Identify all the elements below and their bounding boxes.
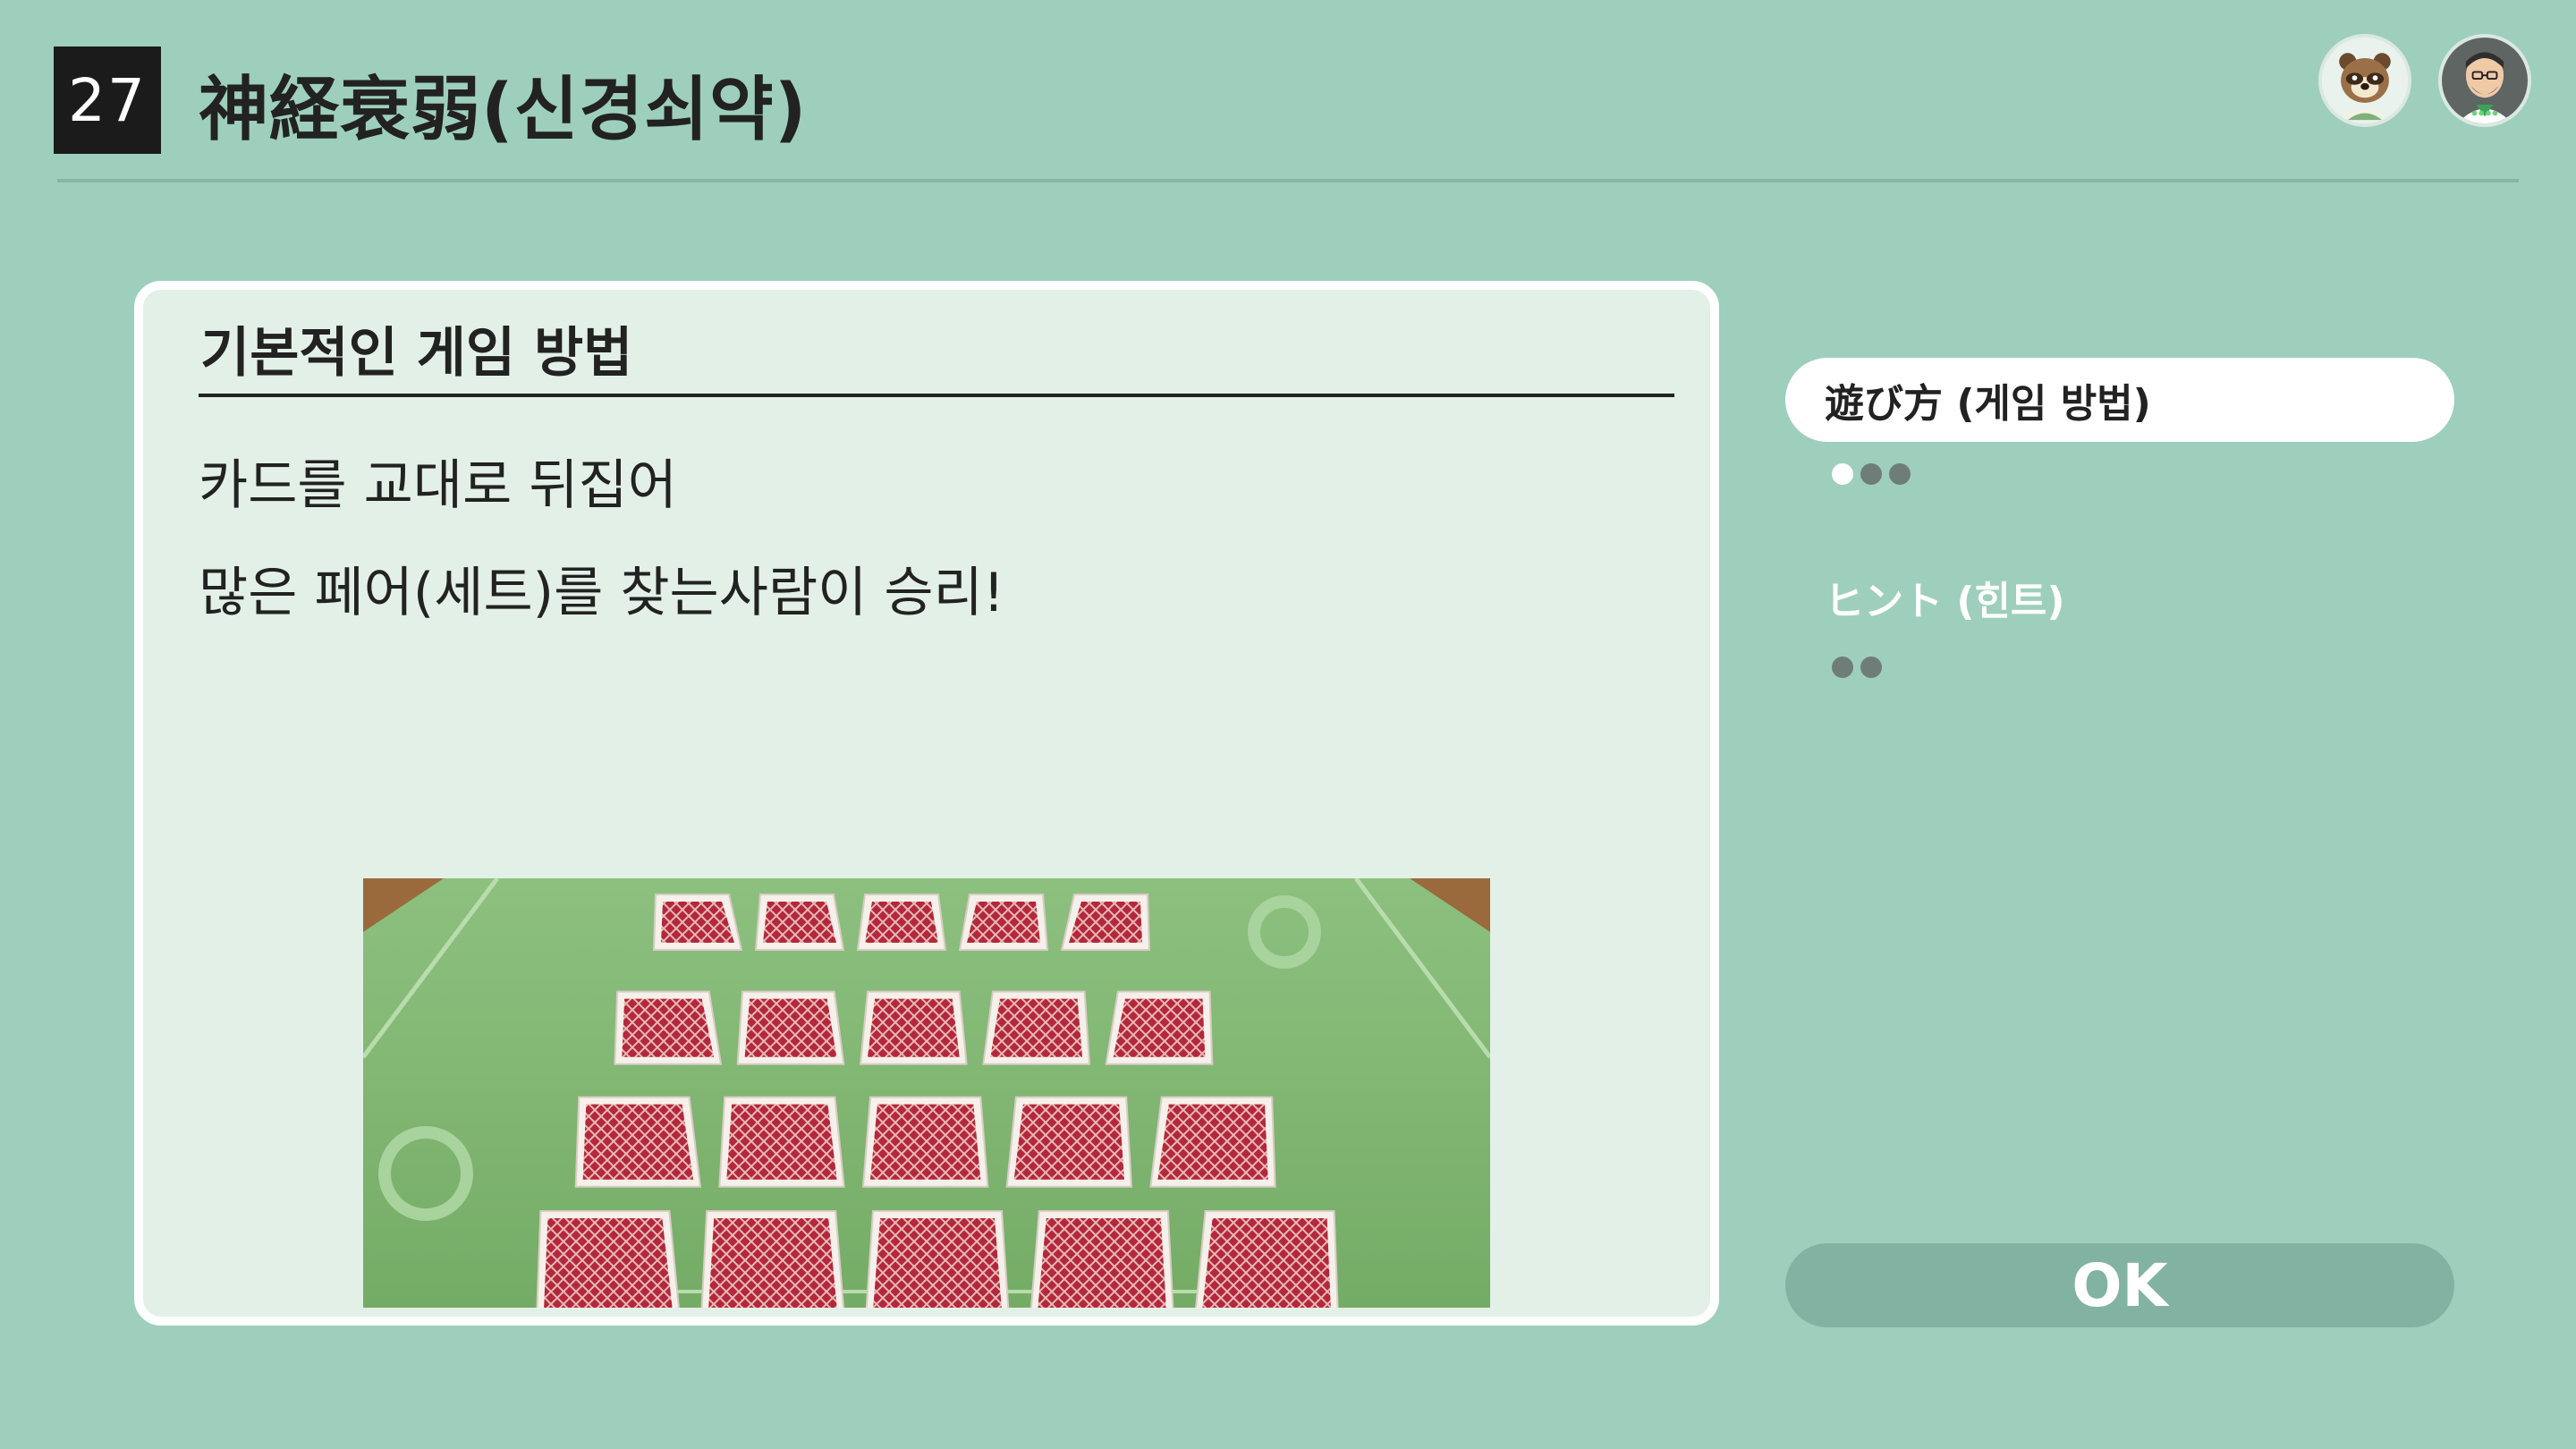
card-table-illustration: [363, 878, 1490, 1308]
card-table-scene: [363, 878, 1490, 1308]
page-indicator-how-to-play: [1832, 463, 1911, 485]
instruction-panel: 기본적인 게임 방법 카드를 교대로 뒤집어 많은 페어(세트)를 찾는사람이 …: [134, 281, 1719, 1326]
menu-item-hint[interactable]: ヒント (힌트): [1825, 562, 2065, 633]
ok-button[interactable]: OK: [1785, 1243, 2454, 1327]
page-title: 神経衰弱(신경쇠약): [199, 70, 808, 150]
page-dot: [1832, 657, 1853, 678]
raccoon-avatar[interactable]: [2318, 34, 2411, 127]
card-back-pattern: [1038, 1218, 1166, 1308]
game-number-badge: 27: [54, 47, 161, 154]
page-dot: [1860, 463, 1882, 485]
card-back-pattern: [1202, 1218, 1331, 1308]
card-back-pattern: [873, 1218, 1002, 1308]
card-back-pattern: [544, 1218, 673, 1308]
card-back-pattern: [865, 902, 938, 943]
card-back-pattern: [726, 1104, 837, 1180]
card-back-pattern: [763, 902, 836, 943]
page-dot: [1860, 657, 1882, 678]
instruction-line-2: 많은 페어(세트)를 찾는사람이 승리!: [199, 562, 1004, 624]
page-dot: [1889, 463, 1911, 485]
card-back-pattern: [990, 998, 1082, 1057]
menu-item-how-to-play[interactable]: 遊び方 (게임 방법): [1785, 358, 2454, 442]
card-back-pattern: [661, 902, 734, 943]
card-back-pattern: [1013, 1104, 1124, 1180]
card-back-pattern: [870, 1104, 981, 1180]
card-back-pattern: [622, 998, 714, 1057]
page-dot: [1832, 463, 1853, 485]
raccoon-icon: [2322, 38, 2408, 123]
card-back-pattern: [582, 1104, 693, 1180]
mii-avatar[interactable]: [2438, 34, 2531, 127]
mii-icon: [2442, 38, 2528, 123]
card-back-pattern: [708, 1218, 837, 1308]
card-back-pattern: [868, 998, 960, 1057]
page-indicator-hint: [1832, 657, 1882, 678]
card-back-pattern: [1069, 902, 1142, 943]
instruction-line-1: 카드를 교대로 뒤집어: [199, 454, 677, 517]
header-divider: [57, 179, 2519, 182]
heading-divider: [199, 394, 1674, 397]
panel-heading: 기본적인 게임 방법: [200, 322, 633, 385]
card-back-pattern: [744, 998, 837, 1057]
card-back-pattern: [1113, 998, 1206, 1057]
card-back-pattern: [967, 902, 1040, 943]
card-back-pattern: [1157, 1104, 1268, 1180]
